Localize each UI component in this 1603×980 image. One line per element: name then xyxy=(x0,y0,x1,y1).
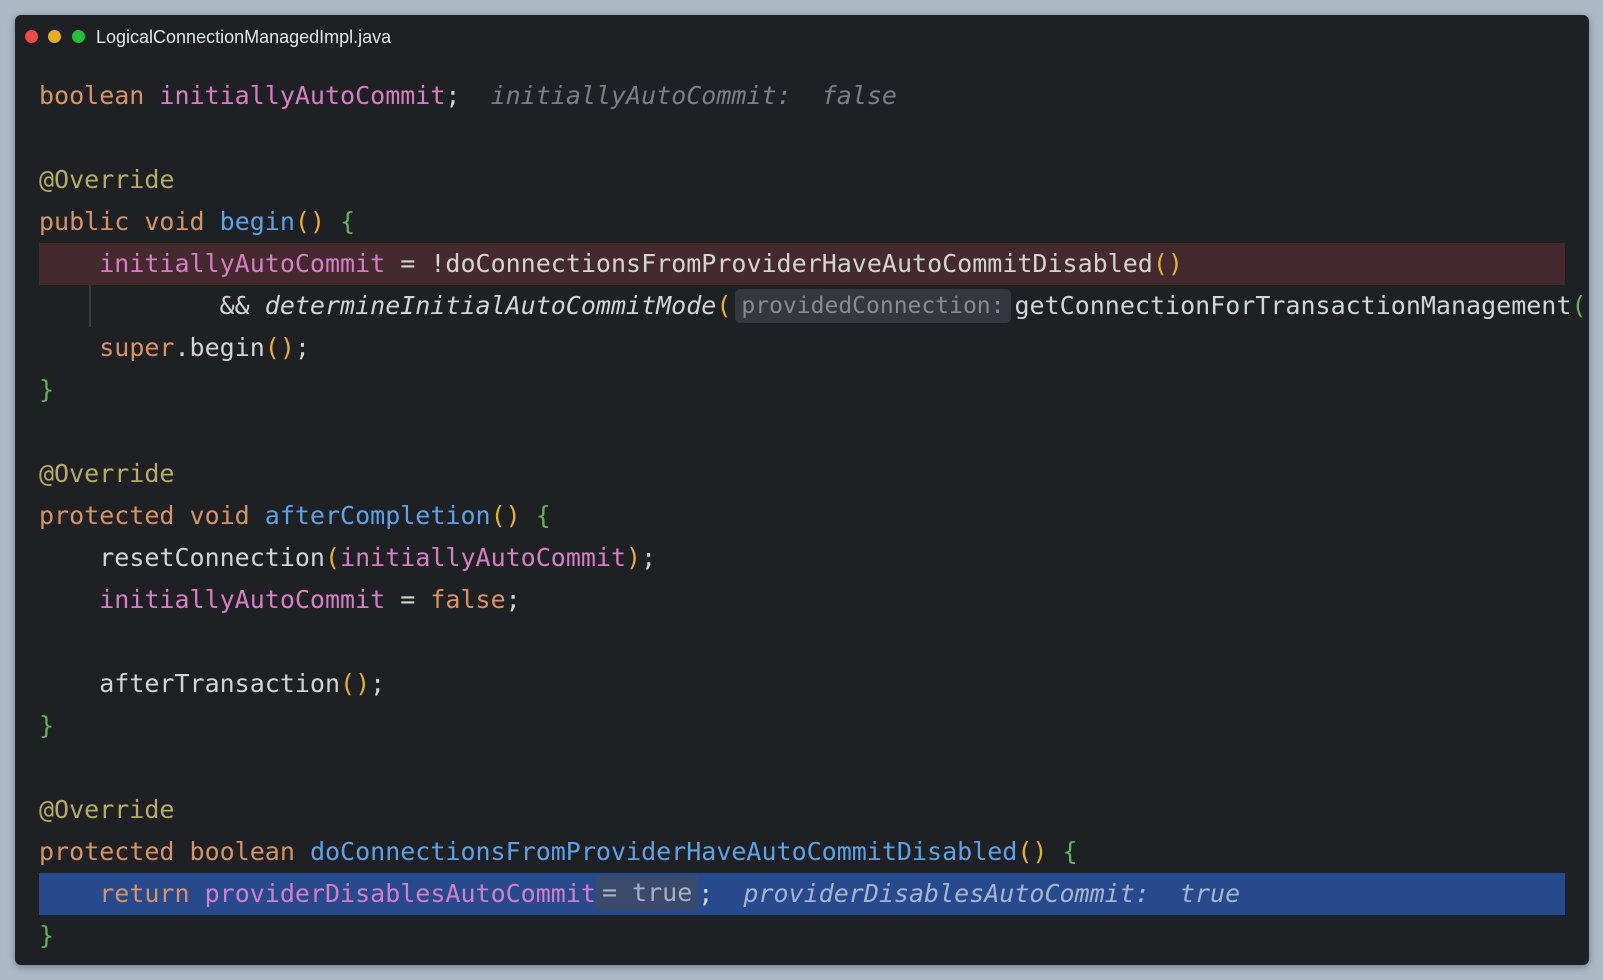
method-call: .begin xyxy=(174,333,265,362)
title-bar: LogicalConnectionManagedImpl.java xyxy=(15,15,1589,59)
indent-guide xyxy=(89,285,91,327)
parens: () xyxy=(490,501,521,530)
keyword: super xyxy=(99,333,175,362)
close-brace: } xyxy=(39,375,55,404)
method-call: doConnectionsFromProviderHaveAutoCommitD… xyxy=(445,249,1153,278)
maximize-window-button[interactable] xyxy=(72,30,85,43)
parens: () xyxy=(340,669,371,698)
code-line-after-transaction[interactable]: afterTransaction(); xyxy=(15,663,1589,705)
keyword: protected void xyxy=(39,501,250,530)
code-line-reset-connection[interactable]: resetConnection(initiallyAutoCommit); xyxy=(15,537,1589,579)
code-line-continuation[interactable]: && determineInitialAutoCommitMode(provid… xyxy=(15,285,1589,327)
code-line-blank[interactable] xyxy=(15,411,1589,453)
semicolon: ; xyxy=(505,585,521,614)
semicolon: ; xyxy=(698,879,714,908)
open-brace: { xyxy=(1062,837,1078,866)
debug-value-hint: providerDisablesAutoCommit: true xyxy=(743,879,1241,908)
open-brace: { xyxy=(340,207,356,236)
close-window-button[interactable] xyxy=(25,30,38,43)
minimize-window-button[interactable] xyxy=(48,30,61,43)
code-line-blank[interactable] xyxy=(15,621,1589,663)
code-line-blank[interactable] xyxy=(15,117,1589,159)
keyword: public void xyxy=(39,207,205,236)
annotation: @Override xyxy=(39,165,175,194)
parameter-name-hint: providedConnection: xyxy=(735,289,1011,323)
semicolon: ; xyxy=(370,669,386,698)
keyword: false xyxy=(430,585,506,614)
semicolon: ; xyxy=(445,81,461,110)
field-name: initiallyAutoCommit xyxy=(99,249,386,278)
close-paren: ) xyxy=(626,543,642,572)
parens: () xyxy=(294,207,326,236)
parens: () xyxy=(264,333,295,362)
semicolon: ; xyxy=(641,543,657,572)
field-name: initiallyAutoCommit xyxy=(340,543,627,572)
operator: = xyxy=(385,585,431,614)
code-line-assignment[interactable]: initiallyAutoCommit = false; xyxy=(15,579,1589,621)
inner-parens: () xyxy=(1571,291,1589,320)
code-line-annotation[interactable]: @Override xyxy=(15,453,1589,495)
operator: = ! xyxy=(385,249,446,278)
keyword: boolean xyxy=(39,81,145,110)
open-brace: { xyxy=(535,501,551,530)
method-name: doConnectionsFromProviderHaveAutoCommitD… xyxy=(309,837,1018,866)
field-name: initiallyAutoCommit xyxy=(159,81,446,110)
code-line-method-after-completion[interactable]: protected void afterCompletion() { xyxy=(15,495,1589,537)
code-line-execution-point[interactable]: return providerDisablesAutoCommit = true;… xyxy=(39,873,1565,915)
code-line-breakpoint[interactable]: initiallyAutoCommit = !doConnectionsFrom… xyxy=(39,243,1565,285)
code-line-super-call[interactable]: super.begin(); xyxy=(15,327,1589,369)
code-line-annotation[interactable]: @Override xyxy=(15,159,1589,201)
method-name: begin xyxy=(219,207,295,236)
open-paren: ( xyxy=(325,543,341,572)
code-line-close-brace[interactable]: } xyxy=(15,705,1589,747)
code-editor[interactable]: boolean initiallyAutoCommit; initiallyAu… xyxy=(15,75,1589,957)
method-call: getConnectionForTransactionManagement xyxy=(1014,291,1572,320)
keyword: return xyxy=(99,879,190,908)
file-title: LogicalConnectionManagedImpl.java xyxy=(96,27,392,47)
close-brace: } xyxy=(39,711,55,740)
method-call: resetConnection xyxy=(99,543,325,572)
code-line-annotation[interactable]: @Override xyxy=(15,789,1589,831)
open-paren: ( xyxy=(716,291,732,320)
code-line-blank[interactable] xyxy=(15,747,1589,789)
code-line-method-begin[interactable]: public void begin() { xyxy=(15,201,1589,243)
code-line-method-do-connections[interactable]: protected boolean doConnectionsFromProvi… xyxy=(15,831,1589,873)
parens: () xyxy=(1152,249,1183,278)
code-line-close-brace[interactable]: } xyxy=(15,915,1589,957)
field-name: providerDisablesAutoCommit xyxy=(204,879,596,908)
close-brace: } xyxy=(39,921,55,950)
code-line-close-brace[interactable]: } xyxy=(15,369,1589,411)
method-call: determineInitialAutoCommitMode xyxy=(264,291,717,320)
annotation: @Override xyxy=(39,459,175,488)
method-call: afterTransaction xyxy=(99,669,341,698)
debug-value-hint: initiallyAutoCommit: false xyxy=(490,81,897,110)
annotation: @Override xyxy=(39,795,175,824)
semicolon: ; xyxy=(294,333,310,362)
keyword: protected boolean xyxy=(39,837,295,866)
field-name: initiallyAutoCommit xyxy=(99,585,386,614)
inline-value-hint: = true xyxy=(595,876,699,910)
code-line-field-declaration[interactable]: boolean initiallyAutoCommit; initiallyAu… xyxy=(15,75,1589,117)
parens: () xyxy=(1017,837,1048,866)
method-name: afterCompletion xyxy=(264,501,491,530)
editor-window: LogicalConnectionManagedImpl.java boolea… xyxy=(15,15,1589,965)
operator: && xyxy=(219,291,265,320)
